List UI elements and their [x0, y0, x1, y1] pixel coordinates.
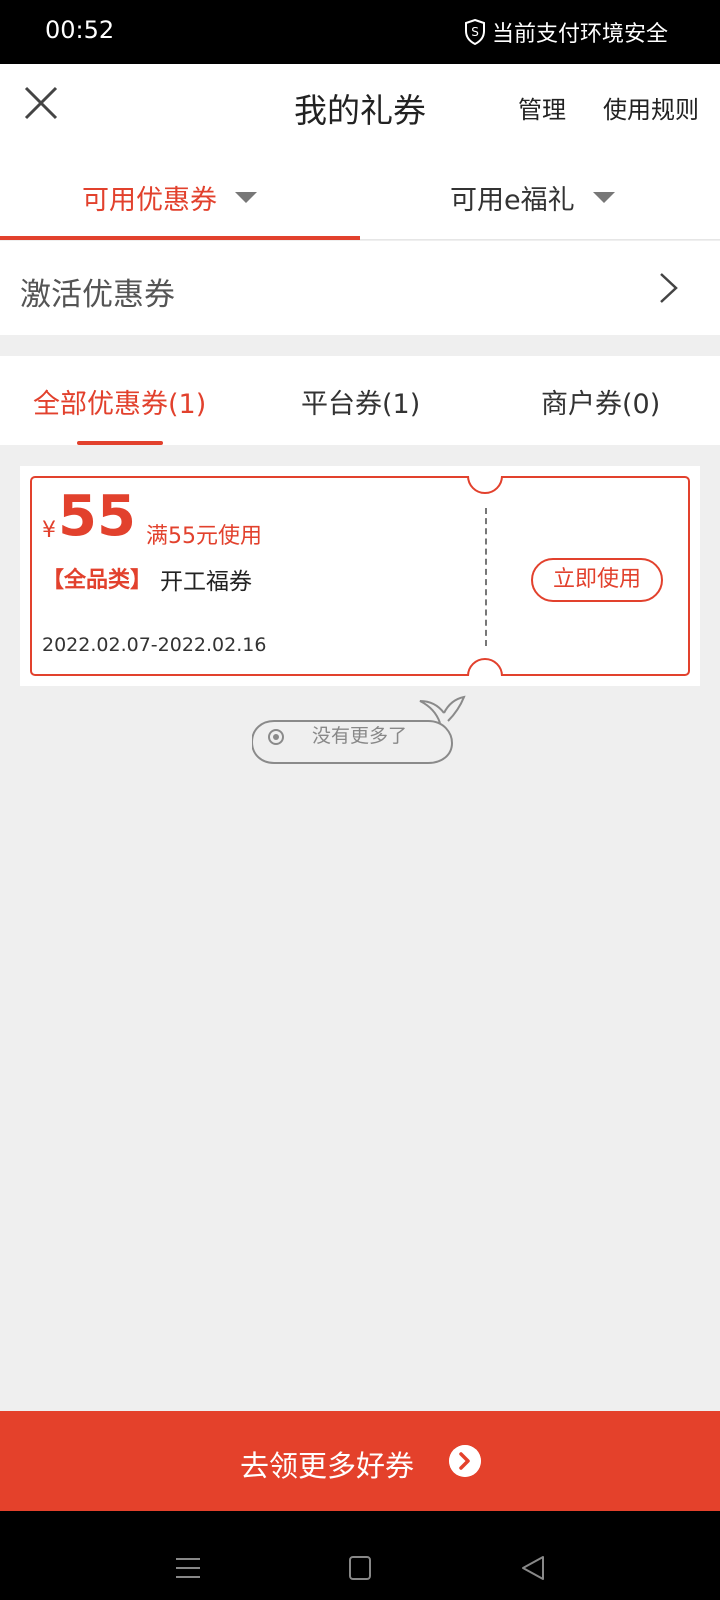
security-text: 当前支付环境安全 [491, 22, 668, 47]
activate-coupon-row[interactable]: 激活优惠券 [0, 241, 720, 335]
chevron-right-icon [660, 273, 678, 303]
tab-available-coupons[interactable]: 可用优惠券 [82, 178, 257, 217]
coupon-notch-top [467, 476, 503, 494]
coupon-card-container: ¥ 55 满55元使用 【全品类】 开工福券 2022.02.07-2022.0… [20, 466, 700, 686]
coupon-filter-tabs: 全部优惠券(1) 平台券(1) 商户券(0) [0, 356, 720, 445]
active-subtab-indicator [77, 441, 163, 445]
no-more-text: 没有更多了 [312, 725, 408, 747]
tab-merchant-coupons[interactable]: 商户券(0) [541, 382, 660, 421]
svg-text:S: S [471, 25, 479, 39]
home-icon[interactable] [349, 1556, 371, 1580]
no-more-indicator: 没有更多了 [252, 685, 472, 765]
coupon-card: ¥ 55 满55元使用 【全品类】 开工福券 2022.02.07-2022.0… [30, 476, 690, 676]
status-time: 00:52 [45, 16, 115, 44]
caret-down-icon [592, 192, 615, 203]
shield-icon: S [464, 19, 485, 45]
currency-symbol: ¥ [42, 518, 56, 543]
coupon-condition: 满55元使用 [146, 524, 262, 549]
top-tabs: 可用优惠券 可用e福礼 [0, 150, 720, 240]
security-status: S 当前支付环境安全 [464, 16, 668, 48]
coupon-name: 开工福券 [160, 569, 252, 595]
coupon-validity: 2022.02.07-2022.02.16 [42, 634, 267, 656]
system-nav-bar [0, 1511, 720, 1600]
cta-label: 去领更多好券 [240, 1449, 415, 1483]
coupon-amount: 55 [58, 484, 136, 549]
caret-down-icon [235, 192, 257, 203]
back-icon[interactable] [521, 1555, 545, 1581]
coupon-category: 【全品类】 [42, 568, 153, 593]
rules-button[interactable]: 使用规则 [603, 90, 699, 125]
tab-label: 可用优惠券 [82, 185, 217, 216]
use-now-button[interactable]: 立即使用 [531, 558, 663, 602]
coupon-notch-bottom [467, 658, 503, 676]
activate-coupon-label: 激活优惠券 [20, 277, 175, 313]
get-more-coupons-button[interactable]: 去领更多好券 [0, 1411, 720, 1511]
arrow-right-circle-icon [449, 1445, 481, 1477]
tab-available-welfare[interactable]: 可用e福礼 [450, 178, 615, 217]
active-tab-indicator [0, 236, 360, 240]
menu-icon[interactable] [175, 1556, 201, 1580]
tab-all-coupons[interactable]: 全部优惠券(1) [33, 382, 206, 421]
tab-label: 可用e福礼 [450, 185, 575, 216]
manage-button[interactable]: 管理 [518, 90, 566, 125]
coupon-divider [485, 508, 487, 646]
status-bar: 00:52 S 当前支付环境安全 [0, 0, 720, 64]
tab-platform-coupons[interactable]: 平台券(1) [301, 382, 420, 421]
header: 我的礼券 管理 使用规则 [0, 64, 720, 150]
